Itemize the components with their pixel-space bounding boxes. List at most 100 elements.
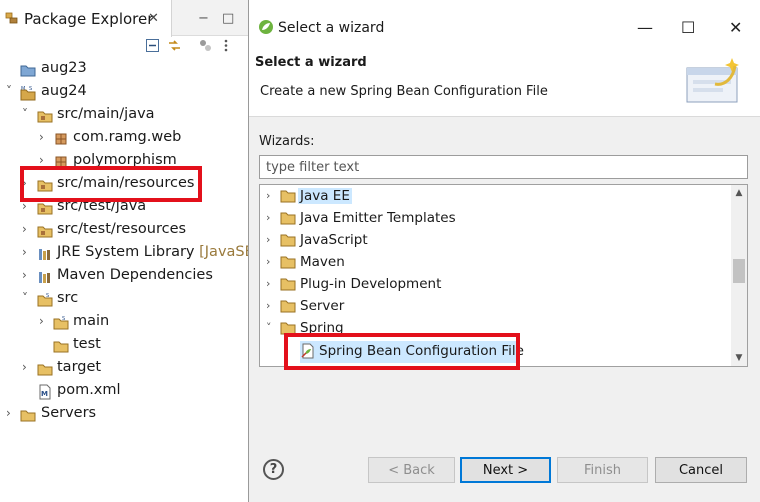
chevron-right-icon[interactable]: › bbox=[266, 211, 270, 224]
cancel-button[interactable]: Cancel bbox=[655, 457, 747, 483]
next-button[interactable]: Next > bbox=[460, 457, 551, 483]
select-wizard-dialog: Select a wizard — ☐ ✕ Select a wizard Cr… bbox=[248, 0, 760, 502]
tree-item-label: src bbox=[57, 290, 79, 306]
wizard-tree-scrollbar[interactable]: ▲ ▼ bbox=[731, 185, 747, 366]
tree-item-label: JRE System Library bbox=[57, 244, 195, 260]
filter-field bbox=[259, 155, 748, 179]
tree-item-label: pom.xml bbox=[57, 382, 121, 398]
dialog-title: Select a wizard bbox=[278, 20, 385, 36]
tree-item-label: src/main/java bbox=[57, 106, 155, 122]
chevron-down-icon[interactable]: ˅ bbox=[22, 107, 34, 121]
wizards-label: Wizards: bbox=[259, 134, 315, 149]
link-with-editor-icon[interactable] bbox=[167, 38, 182, 53]
highlight-box-src-main-resources bbox=[20, 166, 202, 202]
chevron-right-icon[interactable]: › bbox=[22, 360, 34, 374]
wizard-label: Java Emitter Templates bbox=[300, 210, 456, 226]
chevron-right-icon[interactable]: › bbox=[39, 153, 51, 167]
library-icon bbox=[39, 272, 50, 283]
chevron-down-icon[interactable]: ˅ bbox=[6, 84, 18, 98]
folder-icon bbox=[37, 364, 53, 376]
tree-item-label: aug23 bbox=[41, 60, 87, 76]
maximize-view-icon[interactable]: □ bbox=[222, 12, 234, 25]
chevron-right-icon[interactable]: › bbox=[22, 245, 34, 259]
folder-icon bbox=[280, 256, 296, 269]
wizard-label: Plug-in Development bbox=[300, 276, 442, 292]
svg-text:S: S bbox=[29, 86, 32, 92]
back-button[interactable]: < Back bbox=[368, 457, 455, 483]
xml-file-icon: M bbox=[39, 384, 51, 400]
collapse-all-icon[interactable] bbox=[145, 38, 160, 53]
folder-icon bbox=[280, 278, 296, 291]
tree-item-label: target bbox=[57, 359, 102, 375]
dialog-titlebar: Select a wizard — ☐ ✕ bbox=[249, 0, 760, 42]
chevron-right-icon[interactable]: › bbox=[39, 314, 51, 328]
folder-icon: S bbox=[37, 293, 53, 307]
new-wizard-banner-icon bbox=[686, 58, 739, 103]
close-icon[interactable]: ✕ bbox=[729, 18, 742, 37]
minimize-view-icon[interactable]: − bbox=[198, 12, 209, 25]
package-explorer-tab[interactable]: Package Explorer ✕ bbox=[0, 0, 172, 37]
tree-item-label: aug24 bbox=[41, 83, 87, 99]
view-menu-icon[interactable] bbox=[222, 38, 230, 53]
folder-icon bbox=[280, 234, 296, 247]
svg-text:S: S bbox=[46, 293, 49, 299]
folder-icon bbox=[280, 190, 296, 203]
chevron-right-icon[interactable]: › bbox=[22, 268, 34, 282]
focus-icon[interactable] bbox=[198, 38, 213, 53]
wizard-label: Maven bbox=[300, 254, 345, 270]
chevron-right-icon[interactable]: › bbox=[22, 222, 34, 236]
view-tab-bar: Package Explorer ✕ − □ bbox=[0, 0, 248, 37]
tree-item-label: Servers bbox=[41, 405, 97, 421]
chevron-right-icon[interactable]: › bbox=[266, 277, 270, 290]
folder-icon bbox=[280, 212, 296, 225]
source-folder-icon bbox=[37, 111, 53, 123]
spring-leaf-icon bbox=[259, 20, 273, 34]
tree-item-label: test bbox=[73, 336, 101, 352]
tree-item-label: com.ramg.web bbox=[73, 129, 182, 145]
chevron-right-icon[interactable]: › bbox=[6, 406, 18, 420]
wizard-label: Server bbox=[300, 298, 345, 314]
package-icon bbox=[55, 133, 67, 145]
filter-input[interactable] bbox=[260, 156, 747, 178]
wizard-label: JavaScript bbox=[300, 232, 368, 248]
maven-project-icon: MS bbox=[20, 86, 36, 101]
folder-icon bbox=[20, 410, 36, 422]
svg-text:M: M bbox=[21, 86, 25, 92]
svg-text:S: S bbox=[62, 316, 65, 322]
package-explorer-icon bbox=[5, 12, 18, 24]
tree-item-label: src/test/resources bbox=[57, 221, 187, 237]
close-icon[interactable]: ✕ bbox=[148, 11, 159, 26]
scroll-down-icon[interactable]: ▼ bbox=[731, 350, 747, 366]
chevron-down-icon[interactable]: ˅ bbox=[22, 291, 34, 305]
wizard-label: Java EE bbox=[298, 188, 352, 204]
chevron-right-icon[interactable]: › bbox=[266, 299, 270, 312]
chevron-right-icon[interactable]: › bbox=[39, 130, 51, 144]
svg-text:M: M bbox=[41, 390, 48, 398]
package-explorer-tab-label: Package Explorer bbox=[24, 10, 154, 28]
minimize-icon[interactable]: — bbox=[637, 18, 653, 37]
tree-item-label: Maven Dependencies bbox=[57, 267, 213, 283]
wizard-header: Select a wizard Create a new Spring Bean… bbox=[249, 42, 760, 117]
source-folder-icon bbox=[37, 226, 53, 238]
scrollbar-thumb[interactable] bbox=[733, 259, 745, 283]
project-icon bbox=[20, 65, 36, 77]
maximize-icon[interactable]: ☐ bbox=[681, 18, 695, 37]
chevron-right-icon[interactable]: › bbox=[266, 255, 270, 268]
folder-icon: S bbox=[53, 316, 69, 330]
tree-item-label-wrap: JRE System Library [JavaSE- bbox=[57, 244, 248, 260]
header-description: Create a new Spring Bean Configuration F… bbox=[260, 84, 548, 99]
tree-item-label: main bbox=[73, 313, 110, 329]
library-icon bbox=[39, 249, 50, 260]
tree-item-decoration: [JavaSE- bbox=[199, 244, 248, 260]
chevron-right-icon[interactable]: › bbox=[266, 189, 270, 202]
chevron-right-icon[interactable]: › bbox=[266, 233, 270, 246]
help-icon[interactable]: ? bbox=[263, 459, 284, 480]
folder-icon bbox=[53, 341, 69, 353]
highlight-box-spring-bean-configuration-file bbox=[284, 333, 520, 370]
finish-button[interactable]: Finish bbox=[557, 457, 648, 483]
scroll-up-icon[interactable]: ▲ bbox=[731, 185, 747, 201]
chevron-down-icon[interactable]: ˅ bbox=[266, 321, 272, 334]
header-title: Select a wizard bbox=[255, 55, 367, 70]
folder-icon bbox=[280, 300, 296, 313]
package-explorer-view: Package Explorer ✕ − □ aug23 ˅ MS aug24 … bbox=[0, 0, 248, 502]
